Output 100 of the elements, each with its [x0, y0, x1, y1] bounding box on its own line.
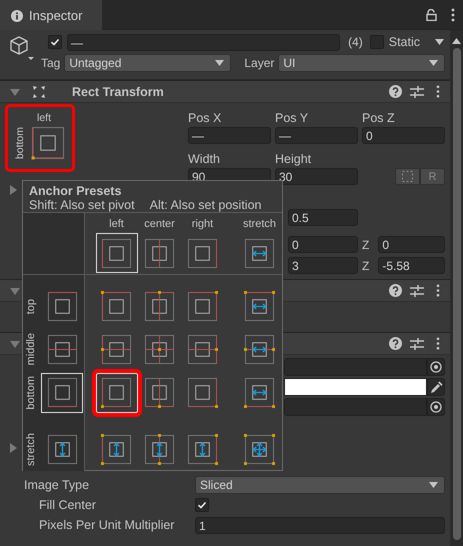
kebab-menu-icon[interactable] [436, 284, 440, 297]
tag-label: Tag [41, 56, 60, 70]
anchor-preset-icon [101, 291, 132, 322]
number-field[interactable]: 3 [288, 257, 358, 274]
presets-icon[interactable] [410, 284, 424, 296]
fill-center-checkbox[interactable] [195, 498, 209, 512]
row-label: top [25, 298, 38, 314]
anchor-preset-icon [144, 334, 175, 365]
check-icon [50, 37, 60, 47]
check-icon [197, 500, 207, 510]
inspector-tab[interactable]: Inspector [0, 0, 102, 30]
scrollbar[interactable] [450, 30, 463, 546]
anchor-preset-icon [46, 291, 78, 322]
anchor-widget[interactable]: left bottom [5, 104, 75, 172]
row-label: middle [25, 333, 38, 366]
popup-hint: Shift: Also set pivot [29, 198, 135, 212]
anchor-preset-icon [101, 377, 132, 408]
target-icon [430, 401, 442, 413]
anchor-preset-icon [46, 334, 78, 365]
anchor-preset-icon [46, 377, 78, 408]
number-field[interactable]: 0.5 [288, 209, 358, 226]
caret-icon[interactable] [435, 39, 444, 45]
anchor-preset-icon [101, 238, 132, 268]
foldout-icon[interactable] [10, 286, 20, 296]
kebab-menu-icon[interactable] [451, 8, 455, 22]
active-checkbox[interactable] [48, 35, 62, 49]
tag-dropdown[interactable]: Untagged [64, 54, 232, 72]
image-type-label: Image Type [24, 478, 90, 492]
field-label: Height [275, 152, 312, 166]
object-field[interactable] [284, 398, 427, 416]
eyedropper-button[interactable] [427, 378, 445, 396]
static-checkbox[interactable] [370, 35, 384, 49]
foldout-icon[interactable] [10, 338, 20, 348]
column-label: center [144, 218, 175, 232]
rect-transform-icon [32, 84, 46, 98]
number-field[interactable]: — [188, 127, 271, 144]
field-label: Pos X [188, 111, 222, 125]
blueprint-mode-button[interactable] [395, 168, 420, 185]
lock-icon[interactable] [426, 8, 437, 20]
row-label: stretch [25, 432, 38, 466]
anchor-preview-icon [30, 125, 66, 161]
anchor-preset-icon [187, 434, 218, 465]
anchor-preset-icon [144, 377, 175, 408]
cube-icon[interactable] [8, 35, 34, 61]
anchor-preset-icon [144, 434, 175, 465]
component-title: Rect Transform [72, 84, 164, 98]
anchor-preset-icon [144, 238, 175, 268]
info-icon [11, 10, 23, 22]
column-label: right [192, 218, 214, 232]
foldout-icon[interactable] [8, 185, 18, 195]
kebab-menu-icon[interactable] [436, 337, 440, 350]
anchor-preset-icon [244, 291, 275, 322]
help-icon[interactable] [389, 85, 402, 98]
kebab-menu-icon[interactable] [436, 85, 440, 98]
anchor-preset-icon [101, 334, 132, 365]
presets-icon[interactable] [410, 86, 424, 98]
image-type-dropdown[interactable]: Sliced [195, 476, 445, 494]
row-label: bottom [25, 376, 38, 410]
z-label: Z [362, 258, 370, 272]
z-label: Z [362, 238, 370, 252]
anchor-preset-icon [244, 238, 275, 268]
pixels-per-unit-label: Pixels Per Unit Multiplier [38, 518, 176, 532]
name-field[interactable]: — [67, 34, 340, 50]
foldout-icon[interactable] [10, 86, 20, 96]
popup-title: Anchor Presets [28, 183, 122, 198]
anchor-preset-icon [187, 377, 218, 408]
anchor-horizontal-label: left [36, 112, 51, 124]
anchor-preset-icon [144, 291, 175, 322]
anchor-preset-button[interactable] [96, 233, 138, 273]
layer-dropdown[interactable]: UI [278, 54, 445, 72]
number-field[interactable]: 0 [288, 236, 358, 253]
column-label: left [109, 218, 124, 232]
anchor-preset-icon [187, 291, 218, 322]
layer-label: Layer [244, 56, 274, 70]
field-label: Pos Y [275, 111, 310, 125]
foldout-icon[interactable] [8, 443, 18, 453]
caret-icon [215, 60, 224, 66]
scroll-up-icon[interactable] [452, 38, 461, 44]
caret-icon [429, 60, 438, 66]
presets-icon[interactable] [410, 338, 424, 350]
anchor-preset-icon [101, 434, 132, 465]
number-field[interactable]: 1 [195, 516, 445, 534]
help-icon[interactable] [389, 337, 402, 350]
number-field[interactable]: -5.58 [378, 257, 445, 274]
anchor-preset-icon [187, 238, 218, 268]
number-field[interactable]: — [275, 127, 358, 144]
static-label: Static [388, 35, 420, 49]
popup-hint: Alt: Also set position [150, 198, 262, 212]
target-icon [430, 361, 442, 373]
object-picker-button[interactable] [427, 358, 445, 376]
help-icon[interactable] [389, 284, 402, 297]
field-label: Pos Z [362, 111, 396, 125]
object-picker-button[interactable] [427, 398, 445, 416]
object-count: (4) [348, 35, 363, 49]
number-field[interactable]: 0 [362, 127, 445, 144]
color-swatch[interactable] [284, 378, 427, 396]
component-header[interactable]: Rect Transform [0, 80, 450, 103]
number-field[interactable]: 0 [378, 236, 445, 253]
object-field[interactable] [284, 358, 427, 376]
anchor-preset-button[interactable] [41, 372, 83, 412]
